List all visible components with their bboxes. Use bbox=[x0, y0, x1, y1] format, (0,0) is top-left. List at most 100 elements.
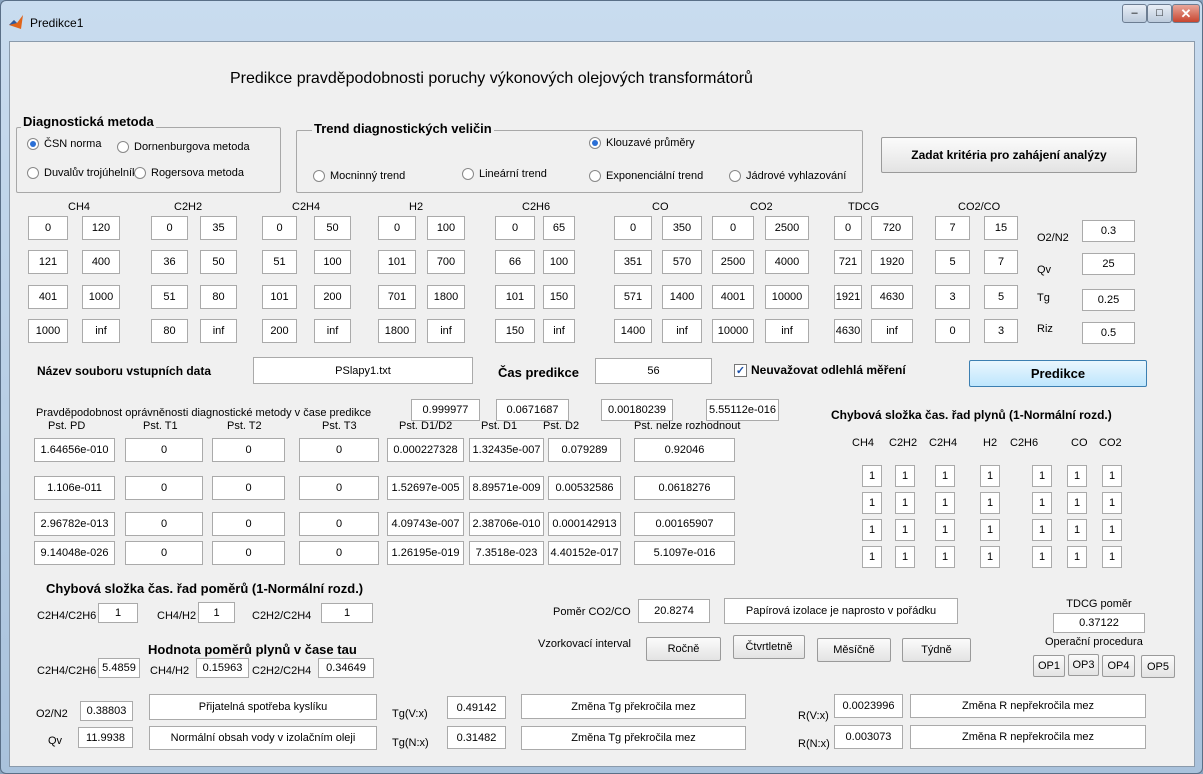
gas-limit-input[interactable]: 4630 bbox=[871, 285, 913, 309]
err-ratio-input-3[interactable]: 1 bbox=[321, 603, 373, 623]
gas-limit-input[interactable]: 1921 bbox=[834, 285, 862, 309]
side-param-input[interactable]: 0.25 bbox=[1082, 289, 1135, 311]
gas-limit-input[interactable]: 3 bbox=[984, 319, 1018, 343]
err-gas-input[interactable]: 1 bbox=[935, 492, 955, 514]
err-gas-input[interactable]: 1 bbox=[862, 492, 882, 514]
gas-limit-input[interactable]: 5 bbox=[984, 285, 1018, 309]
op3-button[interactable]: OP3 bbox=[1068, 654, 1099, 676]
gas-limit-input[interactable]: 200 bbox=[262, 319, 297, 343]
gas-limit-input[interactable]: 100 bbox=[314, 250, 351, 274]
gas-limit-input[interactable]: 0 bbox=[614, 216, 652, 240]
gas-limit-input[interactable]: 50 bbox=[314, 216, 351, 240]
radio-moving-avg[interactable]: Klouzavé průměry bbox=[589, 137, 695, 149]
gas-limit-input[interactable]: 0 bbox=[378, 216, 416, 240]
gas-limit-input[interactable]: 1000 bbox=[28, 319, 68, 343]
gas-limit-input[interactable]: 150 bbox=[543, 285, 575, 309]
err-gas-input[interactable]: 1 bbox=[1067, 492, 1087, 514]
side-param-input[interactable]: 0.5 bbox=[1082, 322, 1135, 344]
gas-limit-input[interactable]: 1800 bbox=[378, 319, 416, 343]
gas-limit-input[interactable]: inf bbox=[765, 319, 809, 343]
gas-limit-input[interactable]: 51 bbox=[151, 285, 188, 309]
gas-limit-input[interactable]: 4630 bbox=[834, 319, 862, 343]
gas-limit-input[interactable]: 0 bbox=[495, 216, 535, 240]
gas-limit-input[interactable]: 7 bbox=[984, 250, 1018, 274]
gas-limit-input[interactable]: inf bbox=[82, 319, 120, 343]
gas-limit-input[interactable]: 100 bbox=[427, 216, 465, 240]
gas-limit-input[interactable]: 4000 bbox=[765, 250, 809, 274]
predict-button[interactable]: Predikce bbox=[969, 360, 1147, 387]
gas-limit-input[interactable]: 401 bbox=[28, 285, 68, 309]
file-input[interactable]: PSlapy1.txt bbox=[253, 357, 473, 384]
gas-limit-input[interactable]: 701 bbox=[378, 285, 416, 309]
side-param-input[interactable]: 25 bbox=[1082, 253, 1135, 275]
gas-limit-input[interactable]: 101 bbox=[262, 285, 297, 309]
gas-limit-input[interactable]: 15 bbox=[984, 216, 1018, 240]
gas-limit-input[interactable]: 2500 bbox=[765, 216, 809, 240]
gas-limit-input[interactable]: 101 bbox=[495, 285, 535, 309]
gas-limit-input[interactable]: inf bbox=[200, 319, 237, 343]
gas-limit-input[interactable]: 1800 bbox=[427, 285, 465, 309]
gas-limit-input[interactable]: 51 bbox=[262, 250, 297, 274]
gas-limit-input[interactable]: 10000 bbox=[712, 319, 754, 343]
gas-limit-input[interactable]: 1400 bbox=[662, 285, 702, 309]
err-gas-input[interactable]: 1 bbox=[1067, 546, 1087, 568]
err-gas-input[interactable]: 1 bbox=[980, 465, 1000, 487]
gas-limit-input[interactable]: 400 bbox=[82, 250, 120, 274]
err-gas-input[interactable]: 1 bbox=[980, 492, 1000, 514]
gas-limit-input[interactable]: 1920 bbox=[871, 250, 913, 274]
gas-limit-input[interactable]: 571 bbox=[614, 285, 652, 309]
gas-limit-input[interactable]: 150 bbox=[495, 319, 535, 343]
gas-limit-input[interactable]: 1000 bbox=[82, 285, 120, 309]
gas-limit-input[interactable]: 200 bbox=[314, 285, 351, 309]
gas-limit-input[interactable]: 0 bbox=[834, 216, 862, 240]
err-gas-input[interactable]: 1 bbox=[895, 465, 915, 487]
op4-button[interactable]: OP4 bbox=[1102, 655, 1135, 677]
radio-power-trend[interactable]: Mocninný trend bbox=[313, 170, 405, 182]
radio-exp-trend[interactable]: Exponenciální trend bbox=[589, 170, 703, 182]
gas-limit-input[interactable]: 65 bbox=[543, 216, 575, 240]
gas-limit-input[interactable]: 120 bbox=[82, 216, 120, 240]
gas-limit-input[interactable]: 50 bbox=[200, 250, 237, 274]
gas-limit-input[interactable]: 4001 bbox=[712, 285, 754, 309]
sampling-weekly[interactable]: Týdně bbox=[902, 638, 971, 662]
gas-limit-input[interactable]: 2500 bbox=[712, 250, 754, 274]
err-gas-input[interactable]: 1 bbox=[895, 519, 915, 541]
err-ratio-input-2[interactable]: 1 bbox=[198, 602, 235, 623]
gas-limit-input[interactable]: 36 bbox=[151, 250, 188, 274]
side-param-input[interactable]: 0.3 bbox=[1082, 220, 1135, 242]
err-gas-input[interactable]: 1 bbox=[895, 546, 915, 568]
err-gas-input[interactable]: 1 bbox=[1067, 519, 1087, 541]
sampling-monthly[interactable]: Měsíčně bbox=[817, 638, 891, 662]
criteria-button[interactable]: Zadat kritéria pro zahájení analýzy bbox=[881, 137, 1137, 173]
err-ratio-input-1[interactable]: 1 bbox=[98, 603, 138, 623]
err-gas-input[interactable]: 1 bbox=[1102, 492, 1122, 514]
gas-limit-input[interactable]: 1400 bbox=[614, 319, 652, 343]
err-gas-input[interactable]: 1 bbox=[1032, 546, 1052, 568]
gas-limit-input[interactable]: 350 bbox=[662, 216, 702, 240]
gas-limit-input[interactable]: inf bbox=[427, 319, 465, 343]
time-input[interactable]: 56 bbox=[595, 358, 712, 384]
gas-limit-input[interactable]: inf bbox=[543, 319, 575, 343]
gas-limit-input[interactable]: 35 bbox=[200, 216, 237, 240]
gas-limit-input[interactable]: 7 bbox=[935, 216, 970, 240]
gas-limit-input[interactable]: 0 bbox=[28, 216, 68, 240]
err-gas-input[interactable]: 1 bbox=[980, 546, 1000, 568]
op5-button[interactable]: OP5 bbox=[1141, 655, 1175, 678]
gas-limit-input[interactable]: 100 bbox=[543, 250, 575, 274]
gas-limit-input[interactable]: 351 bbox=[614, 250, 652, 274]
err-gas-input[interactable]: 1 bbox=[1102, 465, 1122, 487]
err-gas-input[interactable]: 1 bbox=[1102, 519, 1122, 541]
gas-limit-input[interactable]: 721 bbox=[834, 250, 862, 274]
err-gas-input[interactable]: 1 bbox=[1032, 519, 1052, 541]
gas-limit-input[interactable]: 700 bbox=[427, 250, 465, 274]
radio-duval[interactable]: Duvalův trojúhelník bbox=[27, 167, 138, 179]
err-gas-input[interactable]: 1 bbox=[862, 465, 882, 487]
gas-limit-input[interactable]: 0 bbox=[935, 319, 970, 343]
err-gas-input[interactable]: 1 bbox=[862, 519, 882, 541]
sampling-quarterly[interactable]: Čtvrtletně bbox=[733, 635, 805, 659]
radio-linear-trend[interactable]: Lineární trend bbox=[462, 168, 547, 180]
gas-limit-input[interactable]: 121 bbox=[28, 250, 68, 274]
radio-kernel-smoothing[interactable]: Jádrové vyhlazování bbox=[729, 170, 846, 182]
gas-limit-input[interactable]: 80 bbox=[200, 285, 237, 309]
err-gas-input[interactable]: 1 bbox=[980, 519, 1000, 541]
